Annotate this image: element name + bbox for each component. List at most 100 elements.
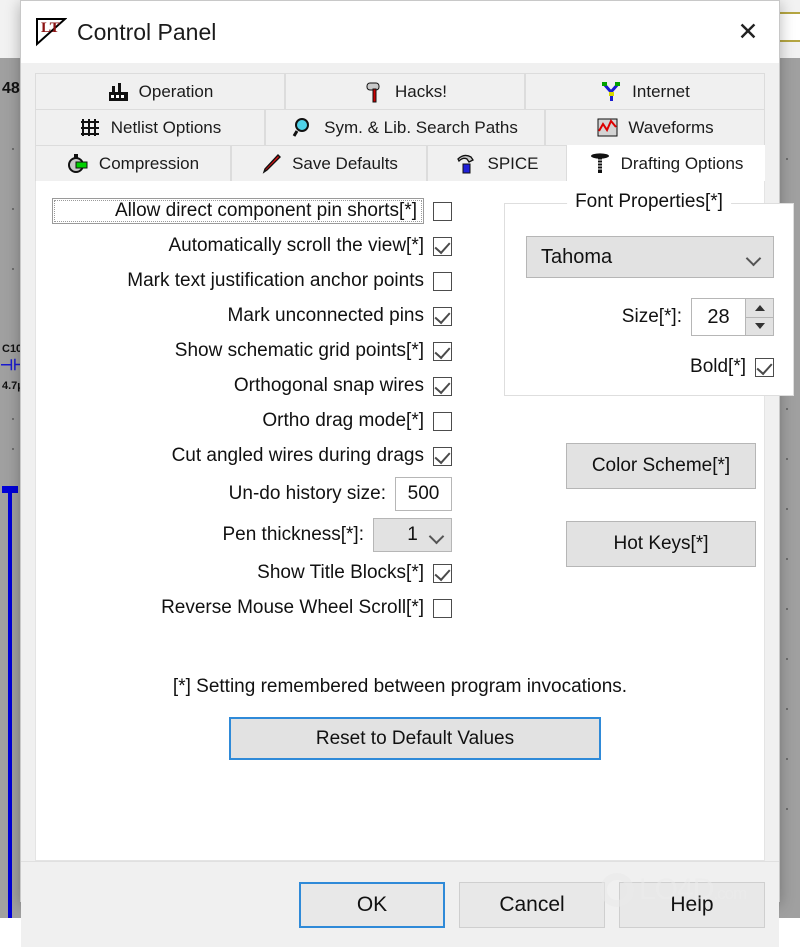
ok-button[interactable]: OK xyxy=(299,881,445,928)
tab-strip: Operation Hacks! Internet Netlist Option… xyxy=(35,73,765,181)
options-list: Allow direct component pin shorts[*] Aut… xyxy=(52,195,452,627)
tab-label: Netlist Options xyxy=(110,117,222,137)
tab-row-3: Compression Save Defaults SPICE Drafting… xyxy=(35,145,765,181)
checkbox-ortho-drag-mode[interactable] xyxy=(433,411,452,431)
option-row-undo-history-size[interactable]: Un-do history size: 500 xyxy=(52,475,452,513)
font-size-spin-buttons[interactable] xyxy=(745,299,773,335)
option-row-automatically-scroll-the-view[interactable]: Automatically scroll the view[*] xyxy=(52,230,452,262)
option-row-orthogonal-snap-wires[interactable]: Orthogonal snap wires xyxy=(52,370,452,402)
hot-keys-button[interactable]: Hot Keys[*] xyxy=(566,521,756,567)
color-scheme-button[interactable]: Color Scheme[*] xyxy=(566,443,756,489)
option-label: Show schematic grid points[*] xyxy=(174,340,424,361)
option-label: Automatically scroll the view[*] xyxy=(168,235,424,256)
tab-row-1: Operation Hacks! Internet xyxy=(35,73,765,109)
option-label: Show Title Blocks[*] xyxy=(257,562,424,583)
chevron-down-icon xyxy=(745,250,762,267)
checkbox-font-bold[interactable] xyxy=(755,357,774,377)
font-family-select[interactable]: Tahoma xyxy=(526,236,774,278)
checkbox-cut-angled-wires-during-drags[interactable] xyxy=(433,446,452,466)
option-row-mark-text-justification-anchor-points[interactable]: Mark text justification anchor points xyxy=(52,265,452,297)
tab-label: Drafting Options xyxy=(620,153,744,173)
tab-compression[interactable]: Compression xyxy=(35,145,231,181)
tab-label: Hacks! xyxy=(395,81,447,101)
font-family-value: Tahoma xyxy=(541,245,613,268)
tab-label: Internet xyxy=(632,81,690,101)
option-row-cut-angled-wires-during-drags[interactable]: Cut angled wires during drags xyxy=(52,440,452,472)
option-label: Reverse Mouse Wheel Scroll[*] xyxy=(161,597,424,618)
font-bold-row[interactable]: Bold[*] xyxy=(526,356,774,378)
mailbox-icon xyxy=(363,80,386,103)
checkbox-automatically-scroll-the-view[interactable] xyxy=(433,236,452,256)
checkbox-orthogonal-snap-wires[interactable] xyxy=(433,376,452,396)
background-grid-dot xyxy=(12,208,14,210)
checkbox-show-schematic-grid-points[interactable] xyxy=(433,341,452,361)
factory-icon xyxy=(107,80,130,103)
background-wire-node xyxy=(2,486,18,493)
help-button[interactable]: Help xyxy=(619,881,765,928)
checkbox-show-title-blocks[interactable] xyxy=(433,563,452,583)
tab-spice[interactable]: SPICE xyxy=(427,145,567,181)
tab-hacks[interactable]: Hacks! xyxy=(285,73,525,109)
background-grid-dot xyxy=(786,508,788,510)
option-label: Un-do history size: xyxy=(228,483,386,504)
spinner-up-icon[interactable] xyxy=(746,299,773,317)
option-label: Pen thickness[*]: xyxy=(222,524,364,545)
tab-label: SPICE xyxy=(487,153,539,173)
tab-netlist-options[interactable]: Netlist Options xyxy=(35,109,265,145)
option-label: Orthogonal snap wires xyxy=(233,375,424,396)
font-size-input[interactable]: 28 xyxy=(692,299,745,335)
checkbox-mark-text-justification-anchor-points[interactable] xyxy=(433,271,452,291)
grid-icon xyxy=(79,116,102,139)
font-properties-legend: Font Properties[*] xyxy=(567,191,731,213)
background-grid-dot xyxy=(786,708,788,710)
background-label-48: 48 xyxy=(2,80,20,97)
option-row-show-title-blocks[interactable]: Show Title Blocks[*] xyxy=(52,557,452,589)
tab-internet[interactable]: Internet xyxy=(525,73,765,109)
waveform-icon xyxy=(596,116,619,139)
screw-icon xyxy=(589,152,612,175)
pen-thickness-value: 1 xyxy=(407,524,418,545)
tab-row-2: Netlist Options Sym. & Lib. Search Paths… xyxy=(35,109,765,145)
option-label: Allow direct component pin shorts[*] xyxy=(52,198,424,224)
background-grid-dot xyxy=(12,448,14,450)
undo-history-size-input[interactable]: 500 xyxy=(395,477,452,511)
background-grid-dot xyxy=(12,418,14,420)
checkbox-mark-unconnected-pins[interactable] xyxy=(433,306,452,326)
tab-save-defaults[interactable]: Save Defaults xyxy=(231,145,427,181)
option-label: Cut angled wires during drags xyxy=(171,445,424,466)
option-row-reverse-mouse-wheel-scroll[interactable]: Reverse Mouse Wheel Scroll[*] xyxy=(52,592,452,624)
reset-to-default-values-button[interactable]: Reset to Default Values xyxy=(229,717,601,760)
hammer-icon xyxy=(455,152,478,175)
tab-waveforms[interactable]: Waveforms xyxy=(545,109,765,145)
spinner-down-icon[interactable] xyxy=(746,316,773,336)
dialog-titlebar: LT Control Panel ✕ xyxy=(21,1,779,63)
option-row-allow-direct-component-pin-shorts[interactable]: Allow direct component pin shorts[*] xyxy=(52,195,452,227)
background-grid-dot xyxy=(786,658,788,660)
tab-operation[interactable]: Operation xyxy=(35,73,285,109)
font-size-row: Size[*]: 28 xyxy=(526,298,774,336)
font-size-stepper[interactable]: 28 xyxy=(691,298,774,336)
option-label: Mark unconnected pins xyxy=(227,305,424,326)
tab-label: Waveforms xyxy=(628,117,714,137)
tab-label: Operation xyxy=(138,81,214,101)
checkbox-reverse-mouse-wheel-scroll[interactable] xyxy=(433,598,452,618)
font-size-label: Size[*]: xyxy=(621,306,682,327)
background-grid-dot xyxy=(786,608,788,610)
pen-icon xyxy=(260,152,283,175)
close-icon[interactable]: ✕ xyxy=(717,1,779,63)
tab-label: Save Defaults xyxy=(292,153,398,173)
background-grid-dot xyxy=(786,558,788,560)
font-bold-label: Bold[*] xyxy=(690,356,746,377)
pen-thickness-select[interactable]: 1 xyxy=(373,518,452,552)
option-row-mark-unconnected-pins[interactable]: Mark unconnected pins xyxy=(52,300,452,332)
background-grid-dot xyxy=(786,408,788,410)
option-row-ortho-drag-mode[interactable]: Ortho drag mode[*] xyxy=(52,405,452,437)
cancel-button[interactable]: Cancel xyxy=(459,881,605,928)
tab-sym-lib-search-paths[interactable]: Sym. & Lib. Search Paths xyxy=(265,109,545,145)
dialog-title: Control Panel xyxy=(77,18,217,45)
tab-drafting-options[interactable]: Drafting Options xyxy=(567,145,765,181)
option-row-show-schematic-grid-points[interactable]: Show schematic grid points[*] xyxy=(52,335,452,367)
background-grid-dot xyxy=(786,808,788,810)
option-row-pen-thickness[interactable]: Pen thickness[*]: 1 xyxy=(52,516,452,554)
checkbox-allow-direct-component-pin-shorts[interactable] xyxy=(433,201,452,221)
